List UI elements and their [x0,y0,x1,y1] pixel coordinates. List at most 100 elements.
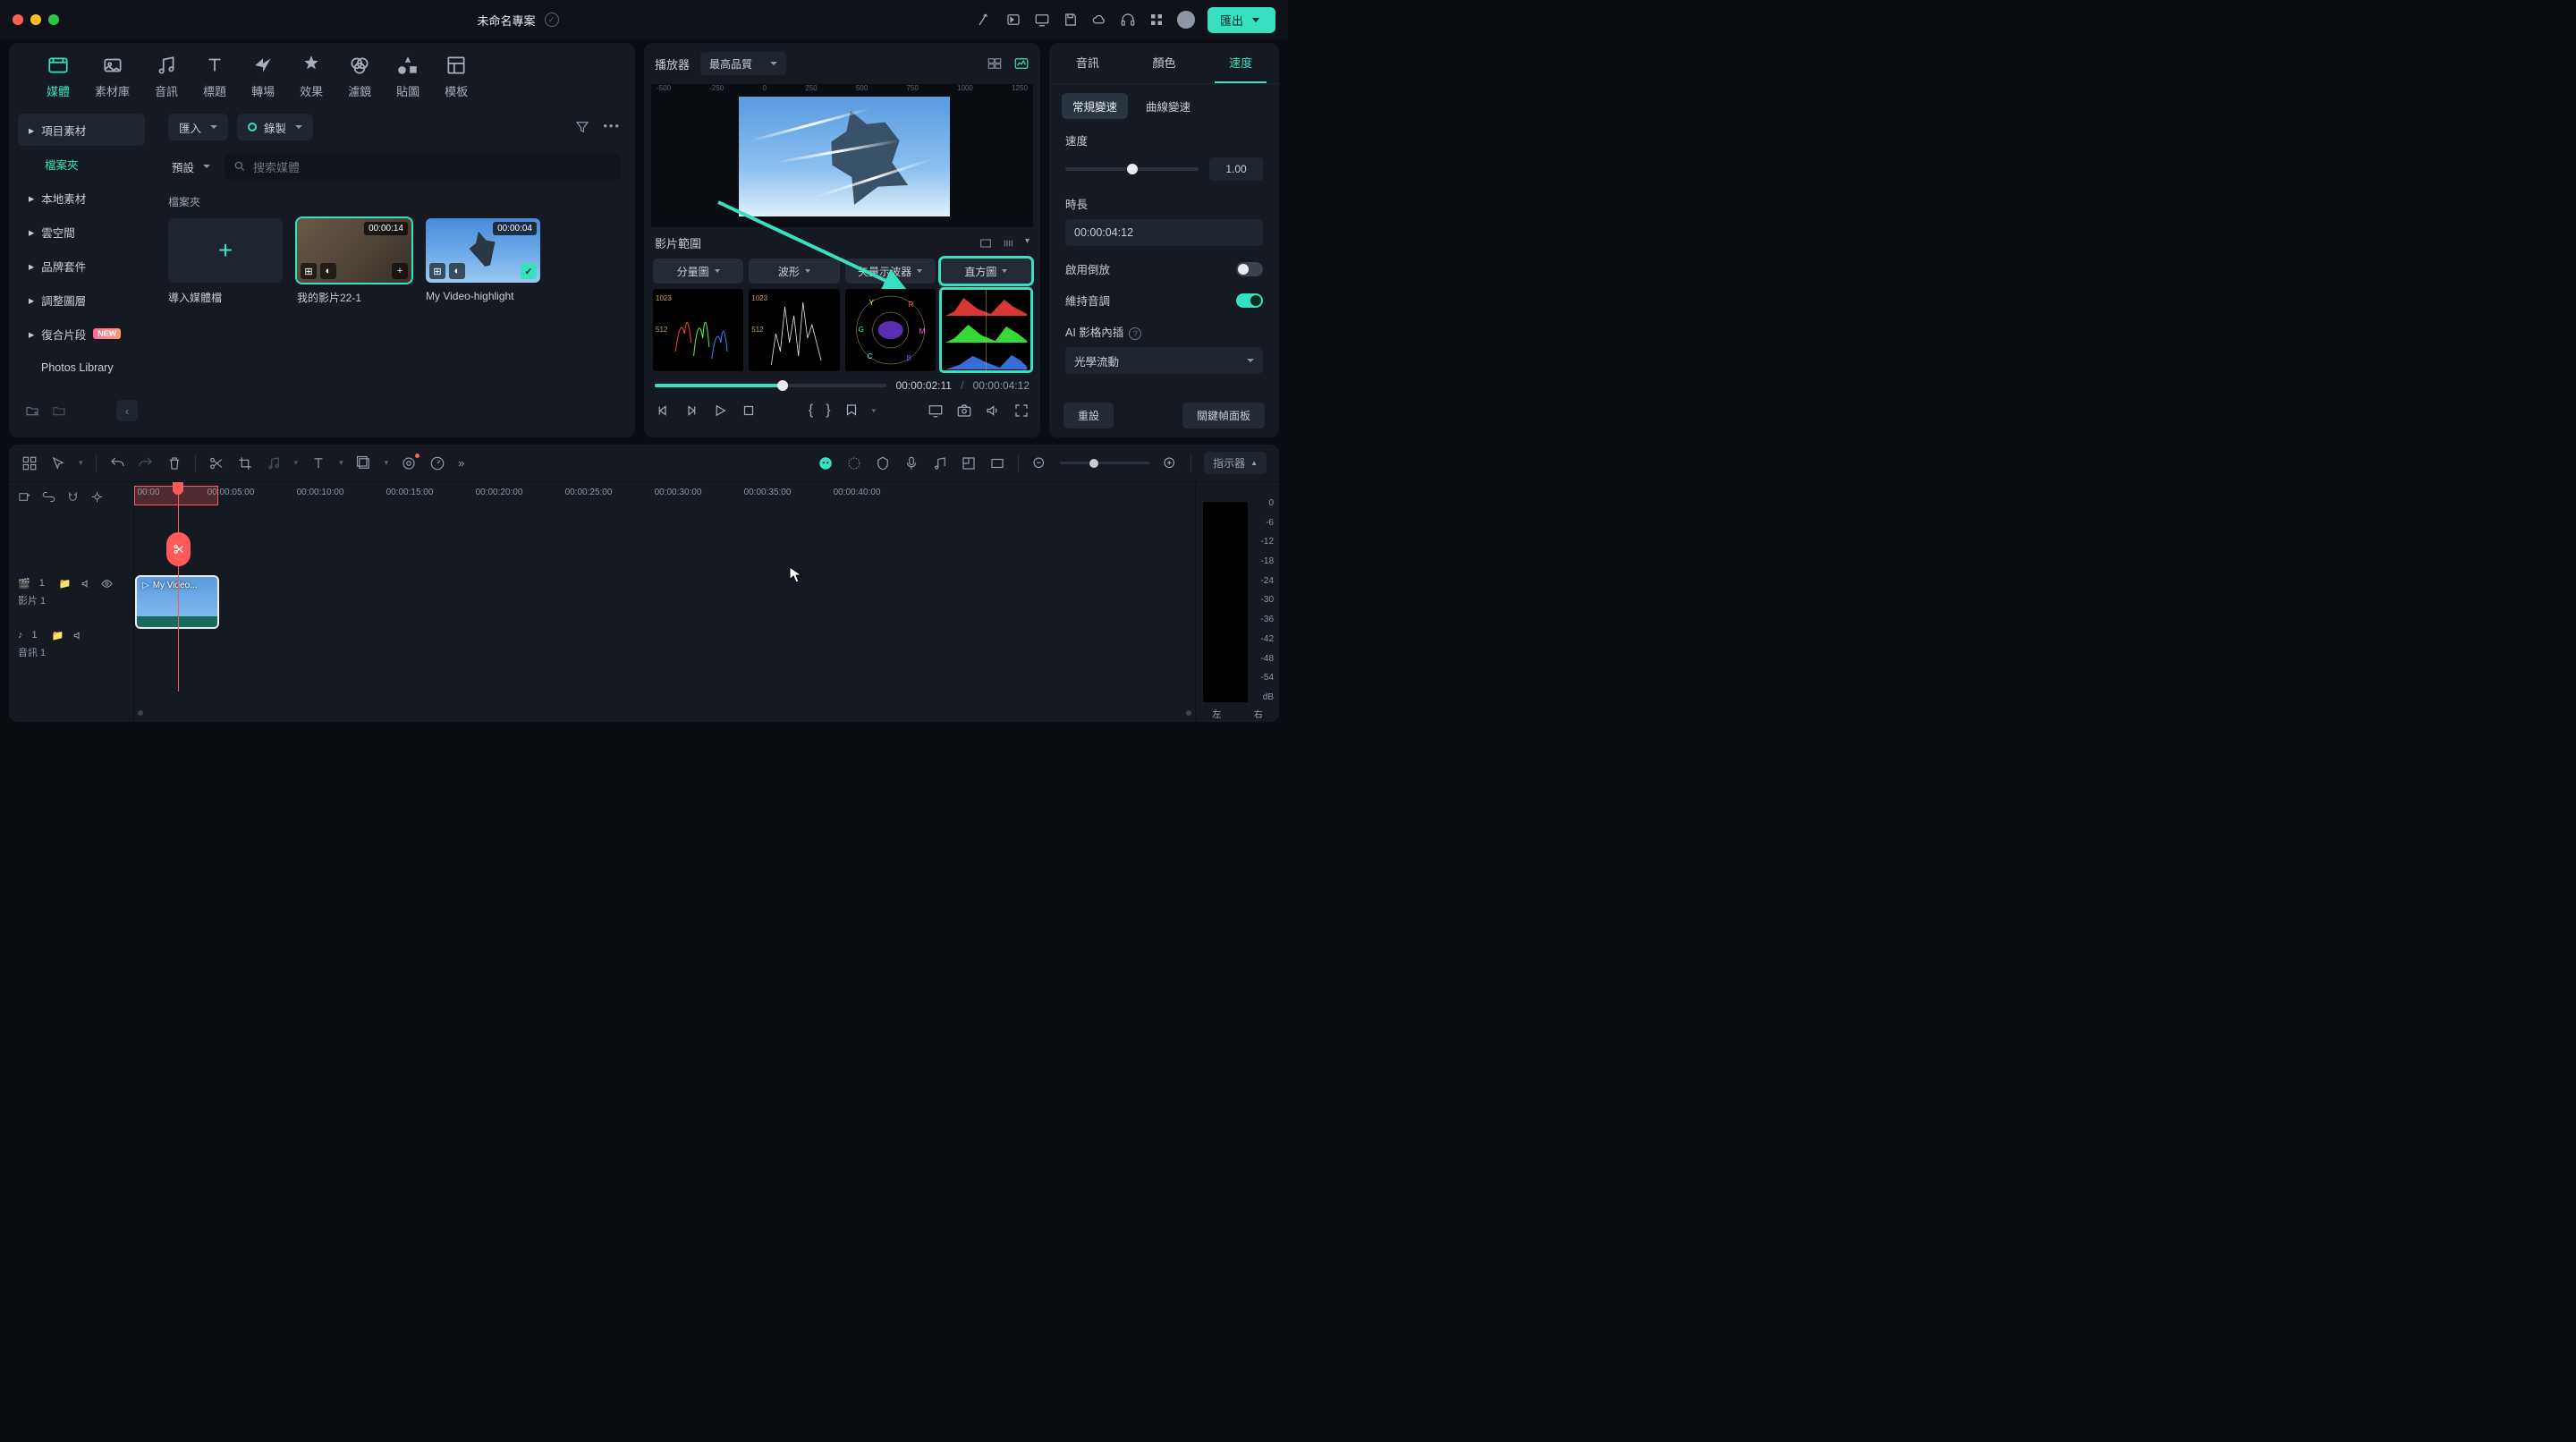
render-icon[interactable] [846,455,862,471]
filter-icon[interactable] [574,119,590,135]
zoom-in-icon[interactable] [1162,455,1178,471]
share-icon[interactable] [977,12,993,28]
undo-icon[interactable] [109,455,125,471]
import-dropdown[interactable]: 匯入 [168,114,228,140]
mixer-icon[interactable] [961,455,977,471]
tab-audio[interactable]: 音訊 [155,54,178,99]
more-icon[interactable]: ••• [603,119,621,135]
fullscreen-icon[interactable] [1013,403,1030,419]
display-icon[interactable] [928,403,944,419]
timeline-zoom-slider[interactable] [1060,462,1149,464]
audio-settings-icon[interactable] [932,455,948,471]
track-mute-icon[interactable] [80,578,92,590]
sidebar-item-cloud[interactable]: ▸雲空間 [18,216,145,248]
tab-color-props[interactable]: 顏色 [1138,43,1190,83]
ai-interp-dropdown[interactable]: 光學流動 [1065,347,1263,374]
magnet-icon[interactable] [66,490,80,504]
record-dropdown[interactable]: 錄製 [237,114,313,140]
import-media-tile[interactable]: + 導入媒體檔 [168,218,283,305]
duration-input[interactable]: 00:00:04:12 [1065,219,1263,246]
scope-view-icon[interactable] [1013,55,1030,72]
tab-stock[interactable]: 素材庫 [95,54,130,99]
marker-icon[interactable] [843,403,860,419]
add-to-timeline-icon[interactable]: + [392,263,408,279]
save-icon[interactable] [1063,12,1079,28]
timeline-clip[interactable]: ▷My Video... [137,577,217,627]
tab-filters[interactable]: 濾鏡 [348,54,371,99]
media-thumbnail[interactable]: 00:00:04 ⊞◐ ✓ My Video-highlight [426,218,540,305]
select-tool-icon[interactable] [50,455,66,471]
scope-tab-histogram[interactable]: 直方圖 [941,259,1031,284]
scope-settings-icon[interactable] [979,236,993,250]
mark-out-icon[interactable]: } [826,403,830,419]
delete-icon[interactable] [166,455,182,471]
media-search-input[interactable]: 搜索媒體 [225,153,621,180]
link-icon[interactable] [42,490,55,504]
music-icon[interactable] [266,455,282,471]
monitor-icon[interactable] [1034,12,1050,28]
sidebar-item-project-media[interactable]: ▸項目素材 [18,114,145,146]
split-icon[interactable] [208,455,225,471]
subtab-uniform-speed[interactable]: 常規變速 [1062,93,1128,119]
minimize-window[interactable] [30,14,41,25]
media-thumbnail[interactable]: 00:00:14 ⊞◐ + 我的影片22-1 [297,218,411,305]
speed-timeline-icon[interactable] [429,455,445,471]
maximize-window[interactable] [48,14,59,25]
timeline-tracks[interactable]: 00:00 00:00:05:00 00:00:10:00 00:00:15:0… [134,482,1195,722]
track-mute-icon[interactable] [72,630,84,641]
crop-icon[interactable] [237,455,253,471]
quality-dropdown[interactable]: 最高品質 [700,52,786,75]
audio-track-header[interactable]: ♪1📁 音訊 1 [9,618,133,670]
sidebar-item-folder[interactable]: 檔案夾 [18,148,145,180]
play-icon[interactable] [712,403,728,419]
subtab-curve-speed[interactable]: 曲線變速 [1135,93,1201,119]
user-avatar[interactable] [1177,11,1195,29]
tab-transitions[interactable]: 轉場 [251,54,275,99]
new-folder-icon[interactable] [25,403,39,418]
app-icon[interactable] [1005,12,1021,28]
playhead[interactable] [178,482,179,691]
keyframe-panel-button[interactable]: 關鍵幀面板 [1182,403,1265,428]
help-icon[interactable]: ? [1129,327,1141,340]
tab-audio-props[interactable]: 音訊 [1062,43,1114,83]
track-add-icon[interactable] [18,490,31,504]
collapse-sidebar-button[interactable]: ‹ [116,400,138,421]
headphones-icon[interactable] [1120,12,1136,28]
snapshot-icon[interactable] [956,403,972,419]
reset-button[interactable]: 重設 [1063,403,1114,428]
playback-scrubber[interactable] [655,384,886,387]
tab-templates[interactable]: 模板 [445,54,468,99]
text-icon[interactable] [310,455,326,471]
redo-icon[interactable] [138,455,154,471]
effects-timeline-icon[interactable] [401,455,417,471]
cloud-icon[interactable] [1091,12,1107,28]
tab-stickers[interactable]: 貼圖 [396,54,419,99]
scope-tab-parade[interactable]: 分量圖 [653,259,743,284]
speed-slider[interactable] [1065,167,1199,171]
timeline-h-scrollbar[interactable] [138,709,1191,717]
prev-frame-icon[interactable] [655,403,671,419]
pitch-toggle[interactable] [1236,293,1263,308]
stop-icon[interactable] [741,403,757,419]
timeline-more-icon[interactable]: » [458,456,465,470]
tab-media[interactable]: 媒體 [47,54,70,99]
scope-collapse-icon[interactable]: ▾ [1025,236,1030,250]
volume-icon[interactable] [985,403,1001,419]
next-frame-icon[interactable] [683,403,699,419]
export-button[interactable]: 匯出 [1208,7,1275,33]
ai-assistant-icon[interactable] [818,455,834,471]
close-window[interactable] [13,14,23,25]
timeline-ruler[interactable]: 00:00 00:00:05:00 00:00:10:00 00:00:15:0… [134,482,1195,511]
aspect-icon[interactable] [989,455,1005,471]
adjust-icon[interactable] [356,455,372,471]
speed-value-input[interactable]: 1.00 [1209,157,1263,181]
grid-view-icon[interactable] [987,55,1003,72]
sidebar-item-local[interactable]: ▸本地素材 [18,182,145,214]
layout-icon[interactable] [21,455,38,471]
tab-effects[interactable]: 效果 [300,54,323,99]
reverse-toggle[interactable] [1236,262,1263,276]
marker-timeline-icon[interactable] [875,455,891,471]
track-visible-icon[interactable] [101,578,113,590]
folder-icon[interactable] [52,403,66,418]
preset-dropdown[interactable]: 預設 [168,153,214,180]
